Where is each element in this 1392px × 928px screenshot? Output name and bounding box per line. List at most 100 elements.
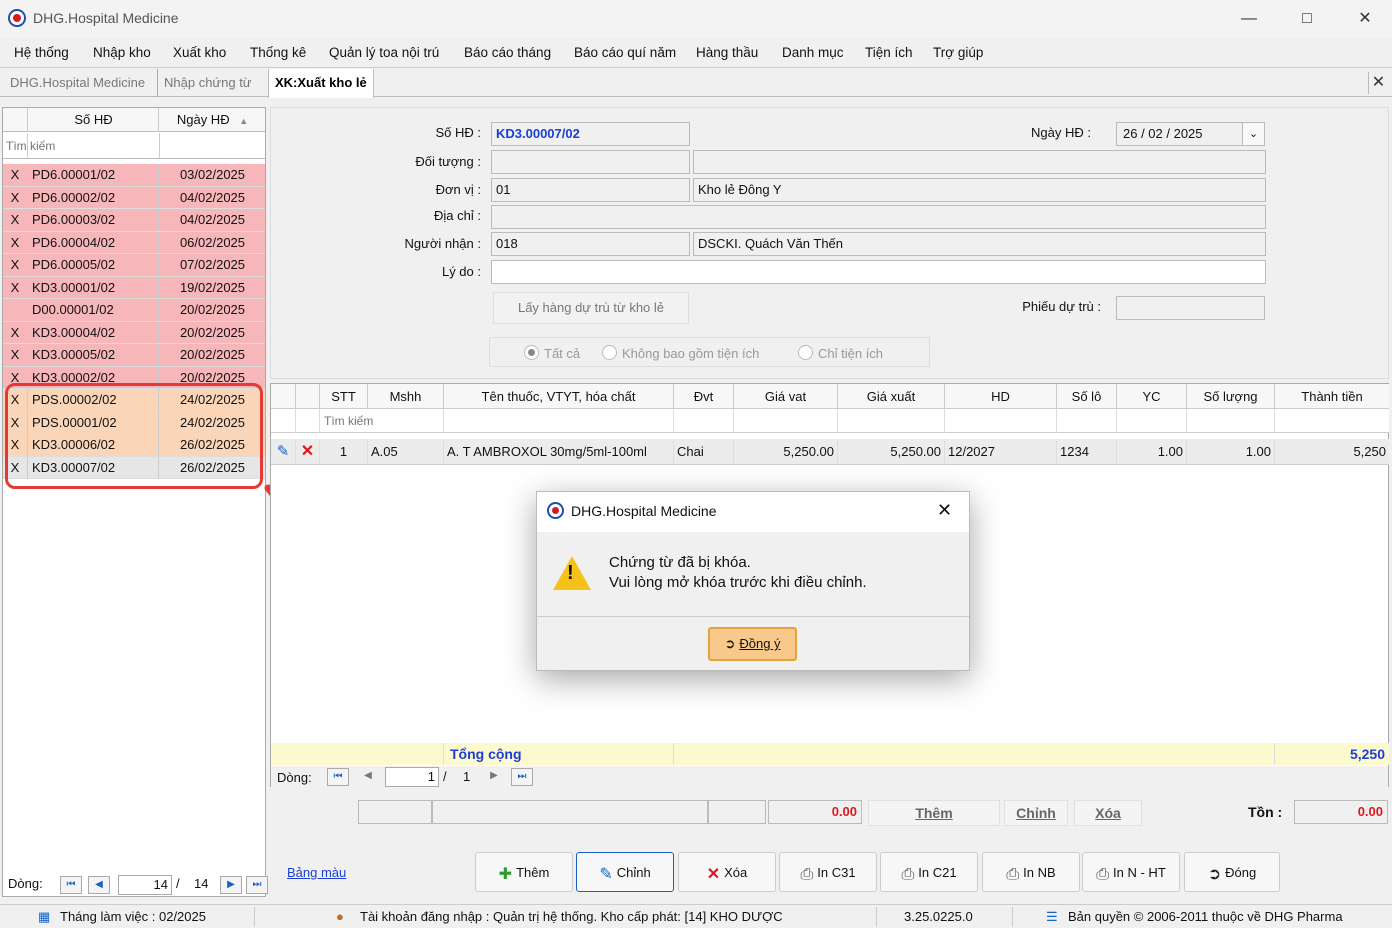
invoice-row[interactable]: D00.00001/02 20/02/2025	[3, 299, 265, 322]
menu-nhap-kho[interactable]: Nhập kho	[93, 45, 151, 60]
menu-bao-cao-thang[interactable]: Báo cáo tháng	[464, 45, 551, 60]
grid-header-gia-vat[interactable]: Giá vat	[734, 384, 838, 409]
cell-hd[interactable]: 12/2027	[945, 439, 1057, 465]
in-c31-button[interactable]: ⎙ In C31	[779, 852, 877, 892]
summary-box-3[interactable]	[708, 800, 766, 824]
current-row-input[interactable]: 14	[118, 875, 172, 895]
don-vi-code-field[interactable]: 01	[491, 178, 690, 202]
invoice-row[interactable]: X PD6.00004/02 06/02/2025	[3, 231, 265, 254]
bang-mau-link[interactable]: Bảng màu	[287, 865, 346, 880]
xoa-button[interactable]: ✕ Xóa	[678, 852, 776, 892]
grid-search-so-lo[interactable]	[1057, 409, 1117, 433]
grid-search-hd[interactable]	[945, 409, 1057, 433]
invoice-row[interactable]: X KD3.00001/02 19/02/2025	[3, 276, 265, 299]
radio-tat-ca[interactable]: Tất cả	[524, 345, 580, 361]
cell-stt[interactable]: 1	[320, 439, 368, 465]
grid-header-dvt[interactable]: Đvt	[674, 384, 734, 409]
phieu-du-tru-field[interactable]	[1116, 296, 1265, 320]
grid-search-thanh-tien[interactable]	[1275, 409, 1389, 433]
them-button[interactable]: ✚ Thêm	[475, 852, 573, 892]
grid-last-icon[interactable]: ⏭	[511, 768, 533, 786]
dong-button[interactable]: ➲ Đóng	[1184, 852, 1280, 892]
dia-chi-field[interactable]	[491, 205, 1266, 229]
doi-tuong-code-field[interactable]	[491, 150, 690, 174]
summary-xoa-button[interactable]: Xóa	[1074, 800, 1142, 826]
edit-row-icon[interactable]: ✎	[271, 439, 296, 465]
grid-next-icon[interactable]: ▶	[483, 768, 505, 786]
grid-header-stt[interactable]: STT	[320, 384, 368, 409]
cell-gia-xuat[interactable]: 5,250.00	[838, 439, 945, 465]
header-so-hd[interactable]: Số HĐ	[29, 108, 159, 132]
menu-bao-cao-qui-nam[interactable]: Báo cáo quí năm	[574, 45, 676, 60]
in-nb-button[interactable]: ⎙ In NB	[982, 852, 1080, 892]
maximize-button[interactable]: □	[1284, 6, 1330, 32]
in-c21-button[interactable]: ⎙ In C21	[880, 852, 978, 892]
last-page-icon[interactable]: ⏭	[246, 876, 268, 894]
grid-header-so-lo[interactable]: Số lô	[1057, 384, 1117, 409]
menu-danh-muc[interactable]: Danh mục	[782, 45, 844, 60]
grid-search-yc[interactable]	[1117, 409, 1187, 433]
grid-header-yc[interactable]: YC	[1117, 384, 1187, 409]
so-hd-field[interactable]: KD3.00007/02	[491, 122, 690, 146]
radio-khong-tien-ich[interactable]: Không bao gồm tiện ích	[602, 345, 759, 361]
grid-header-ten[interactable]: Tên thuốc, VTYT, hóa chất	[444, 384, 674, 409]
grid-first-icon[interactable]: ⏮	[327, 768, 349, 786]
grid-header-thanh-tien[interactable]: Thành tiền	[1275, 384, 1389, 409]
grid-search-so-luong[interactable]	[1187, 409, 1275, 433]
summary-box-2[interactable]	[432, 800, 708, 824]
grid-header-so-luong[interactable]: Số lượng	[1187, 384, 1275, 409]
grid-prev-icon[interactable]: ◀	[357, 768, 379, 786]
next-page-icon[interactable]: ▶	[220, 876, 242, 894]
summary-box-1[interactable]	[358, 800, 432, 824]
grid-search-cell[interactable]	[320, 409, 444, 433]
grid-header-gia-xuat[interactable]: Giá xuất	[838, 384, 945, 409]
first-page-icon[interactable]: ⏮	[60, 876, 82, 894]
chinh-button[interactable]: ✎ Chỉnh	[576, 852, 674, 892]
cell-yc[interactable]: 1.00	[1117, 439, 1187, 465]
grid-search-input[interactable]	[324, 412, 434, 430]
close-window-button[interactable]: ✕	[1342, 6, 1388, 32]
tab-home[interactable]: DHG.Hospital Medicine	[4, 69, 151, 97]
invoice-row[interactable]: X PD6.00002/02 04/02/2025	[3, 186, 265, 209]
summary-them-button[interactable]: Thêm	[868, 800, 1000, 826]
close-tab-icon[interactable]: ✕	[1368, 72, 1388, 94]
invoice-search-input[interactable]	[6, 136, 156, 156]
invoice-row[interactable]: X PD6.00003/02 04/02/2025	[3, 209, 265, 232]
don-vi-name-field[interactable]: Kho lẻ Đông Y	[693, 178, 1266, 202]
ngay-hd-field[interactable]: 26 / 02 / 2025 ⌄	[1116, 122, 1265, 146]
in-n-ht-button[interactable]: ⎙ In N - HT	[1082, 852, 1180, 892]
invoice-row[interactable]: X KD3.00004/02 20/02/2025	[3, 321, 265, 344]
menu-quan-ly-toa[interactable]: Quản lý toa nội trú	[329, 45, 439, 60]
cell-ten[interactable]: A. T AMBROXOL 30mg/5ml-100ml	[444, 439, 674, 465]
chevron-down-icon[interactable]: ⌄	[1242, 123, 1264, 145]
cell-mshh[interactable]: A.05	[368, 439, 444, 465]
cell-dvt[interactable]: Chai	[674, 439, 734, 465]
summary-chinh-button[interactable]: Chỉnh	[1004, 800, 1068, 826]
grid-search-gia-vat[interactable]	[734, 409, 838, 433]
dialog-close-icon[interactable]: ✕	[937, 500, 952, 521]
header-ngay-hd[interactable]: Ngày HĐ ▲	[160, 108, 265, 132]
dong-y-button[interactable]: ➲ Đồng ý	[708, 627, 797, 661]
grid-header-hd[interactable]: HD	[945, 384, 1057, 409]
invoice-row[interactable]: X PD6.00005/02 07/02/2025	[3, 254, 265, 277]
prev-page-icon[interactable]: ◀	[88, 876, 110, 894]
invoice-row[interactable]: X PD6.00001/02 03/02/2025	[3, 164, 265, 187]
radio-chi-tien-ich[interactable]: Chỉ tiện ích	[798, 345, 883, 361]
delete-row-icon[interactable]: ✕	[296, 439, 320, 465]
invoice-row[interactable]: X KD3.00005/02 20/02/2025	[3, 344, 265, 367]
grid-search-gia-xuat[interactable]	[838, 409, 945, 433]
menu-thong-ke[interactable]: Thống kê	[250, 45, 306, 60]
cell-so-luong[interactable]: 1.00	[1187, 439, 1275, 465]
cell-thanh-tien[interactable]: 5,250	[1275, 439, 1389, 465]
cell-so-lo[interactable]: 1234	[1057, 439, 1117, 465]
cell-gia-vat[interactable]: 5,250.00	[734, 439, 838, 465]
menu-tro-giup[interactable]: Trợ giúp	[933, 45, 983, 60]
nguoi-nhan-code-field[interactable]: 018	[491, 232, 690, 256]
grid-header-mshh[interactable]: Mshh	[368, 384, 444, 409]
grid-search-dvt[interactable]	[674, 409, 734, 433]
grid-search-ten[interactable]	[444, 409, 674, 433]
menu-he-thong[interactable]: Hệ thống	[14, 45, 69, 60]
doi-tuong-name-field[interactable]	[693, 150, 1266, 174]
menu-xuat-kho[interactable]: Xuất kho	[173, 45, 226, 60]
ly-do-field[interactable]	[491, 260, 1266, 284]
